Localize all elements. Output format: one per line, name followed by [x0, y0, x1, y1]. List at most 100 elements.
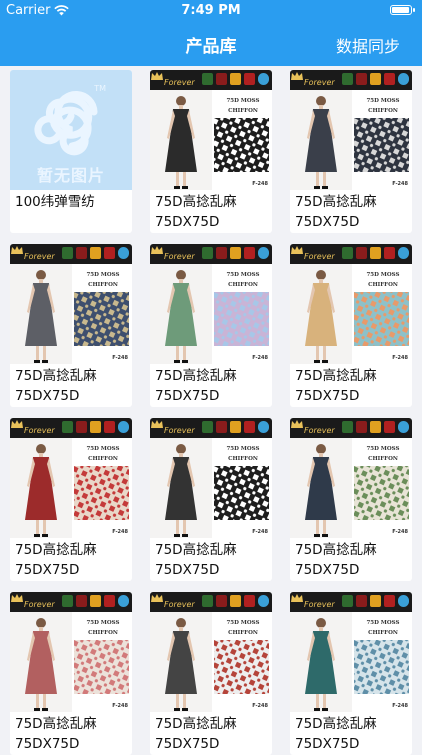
brand-crown-icon: [11, 594, 23, 602]
cert-logos: [202, 421, 269, 433]
fabric-label-line1: 75D MOSS CHIFFON: [226, 446, 260, 462]
product-image: Forever 75D MOSS CHIFFON F-248: [290, 244, 412, 364]
fabric-code: F-248: [252, 703, 268, 709]
brand-crown-icon: [151, 72, 163, 80]
product-image: Forever 75D MOSS CHIFFON F-248: [10, 592, 132, 712]
navigation-header: Carrier 7:49 PM 产品库 数据同步: [0, 0, 422, 66]
product-title: 75D高捻乱麻 75DX75D: [155, 194, 237, 230]
cert-icon: [216, 73, 227, 85]
cert-icon: [104, 247, 115, 259]
cert-icon: [76, 421, 87, 433]
cert-icon: [356, 421, 367, 433]
model-figure: [165, 96, 197, 189]
fabric-label-line1: 75D MOSS CHIFFON: [226, 620, 260, 636]
brand-crown-icon: [291, 72, 303, 80]
cert-icon: [384, 73, 395, 85]
model-figure: [25, 618, 57, 711]
cert-icon: [384, 247, 395, 259]
product-title: 75D高捻乱麻 75DX75D: [295, 194, 377, 230]
brand-strip: Forever: [290, 244, 412, 264]
cert-icon: [342, 247, 353, 259]
data-sync-button[interactable]: 数据同步: [336, 33, 400, 57]
brand-name: Forever: [164, 252, 195, 261]
fabric-code: F-248: [392, 355, 408, 361]
cert-icon: [342, 421, 353, 433]
fabric-code: F-248: [392, 529, 408, 535]
dollar-icon: [370, 247, 381, 259]
product-title: 75D高捻乱麻 75DX75D: [155, 368, 237, 404]
product-card[interactable]: Forever 75D MOSS CHIFFON F-248 75D高捻乱麻 7…: [290, 592, 412, 755]
product-card[interactable]: Forever 75D MOSS CHIFFON F-248 75D高捻乱麻 7…: [150, 418, 272, 581]
brand-name: Forever: [164, 426, 195, 435]
product-image: Forever 75D MOSS CHIFFON F-248: [150, 418, 272, 538]
cert-icon: [62, 247, 73, 259]
fabric-label-line1: 75D MOSS CHIFFON: [226, 98, 260, 114]
brand-crown-icon: [11, 420, 23, 428]
globe-icon: [258, 421, 269, 433]
globe-icon: [258, 73, 269, 85]
globe-icon: [258, 247, 269, 259]
fabric-swatch: [354, 118, 409, 172]
globe-icon: [118, 595, 129, 607]
dollar-icon: [230, 595, 241, 607]
globe-icon: [118, 421, 129, 433]
cert-logos: [62, 595, 129, 607]
cert-icon: [384, 595, 395, 607]
cert-icon: [216, 595, 227, 607]
product-card[interactable]: Forever 75D MOSS CHIFFON F-248 75D高捻乱麻 7…: [150, 592, 272, 755]
product-title: 100纬弹雪纺: [15, 194, 95, 210]
product-image: Forever 75D MOSS CHIFFON F-248: [290, 70, 412, 190]
brand-name: Forever: [304, 426, 335, 435]
cert-icon: [244, 73, 255, 85]
model-figure: [25, 270, 57, 363]
globe-icon: [398, 73, 409, 85]
product-grid: TM 暂无图片 100纬弹雪纺 Forever 75D MOSS CHIFFON…: [10, 70, 412, 755]
brand-name: Forever: [304, 600, 335, 609]
cert-logos: [202, 247, 269, 259]
product-card[interactable]: TM 暂无图片 100纬弹雪纺: [10, 70, 132, 233]
trademark-mark: TM: [94, 84, 106, 93]
globe-icon: [398, 595, 409, 607]
cert-icon: [216, 247, 227, 259]
fabric-swatch: [214, 118, 269, 172]
brand-crown-icon: [291, 246, 303, 254]
dollar-icon: [370, 595, 381, 607]
status-time: 7:49 PM: [181, 3, 241, 18]
product-card[interactable]: Forever 75D MOSS CHIFFON F-248 75D高捻乱麻 7…: [150, 244, 272, 407]
battery-icon: [390, 5, 415, 15]
brand-crown-icon: [151, 420, 163, 428]
cert-icon: [202, 73, 213, 85]
product-card[interactable]: Forever 75D MOSS CHIFFON F-248 75D高捻乱麻 7…: [10, 244, 132, 407]
product-card[interactable]: Forever 75D MOSS CHIFFON F-248 75D高捻乱麻 7…: [10, 592, 132, 755]
product-title: 75D高捻乱麻 75DX75D: [295, 542, 377, 578]
product-card[interactable]: Forever 75D MOSS CHIFFON F-248 75D高捻乱麻 7…: [290, 70, 412, 233]
cert-icon: [342, 73, 353, 85]
dollar-icon: [90, 421, 101, 433]
fabric-code: F-248: [112, 355, 128, 361]
product-image: Forever 75D MOSS CHIFFON F-248: [150, 244, 272, 364]
cert-icon: [244, 595, 255, 607]
product-card[interactable]: Forever 75D MOSS CHIFFON F-248 75D高捻乱麻 7…: [290, 418, 412, 581]
cert-icon: [384, 421, 395, 433]
dollar-icon: [370, 421, 381, 433]
fabric-swatch: [354, 292, 409, 346]
dollar-icon: [370, 73, 381, 85]
cert-icon: [62, 421, 73, 433]
product-title: 75D高捻乱麻 75DX75D: [15, 542, 97, 578]
fabric-label-line1: 75D MOSS CHIFFON: [366, 272, 400, 288]
cert-icon: [356, 595, 367, 607]
fabric-swatch: [354, 466, 409, 520]
brand-crown-icon: [11, 246, 23, 254]
globe-icon: [398, 421, 409, 433]
fabric-swatch: [74, 292, 129, 346]
fabric-code: F-248: [112, 529, 128, 535]
globe-icon: [258, 595, 269, 607]
brand-name: Forever: [304, 78, 335, 87]
fabric-code: F-248: [112, 703, 128, 709]
product-card[interactable]: Forever 75D MOSS CHIFFON F-248 75D高捻乱麻 7…: [290, 244, 412, 407]
product-card[interactable]: Forever 75D MOSS CHIFFON F-248 75D高捻乱麻 7…: [10, 418, 132, 581]
model-figure: [305, 444, 337, 537]
cert-icon: [202, 247, 213, 259]
cert-icon: [244, 247, 255, 259]
product-card[interactable]: Forever 75D MOSS CHIFFON F-248 75D高捻乱麻 7…: [150, 70, 272, 233]
